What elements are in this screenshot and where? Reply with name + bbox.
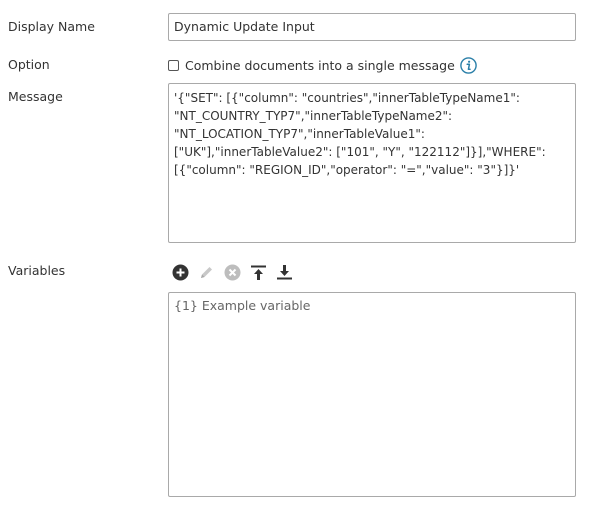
variables-label: Variables <box>8 263 66 278</box>
variables-list[interactable]: {1} Example variable <box>168 292 576 497</box>
display-name-label: Display Name <box>8 19 95 34</box>
message-label: Message <box>8 89 63 104</box>
combine-documents-option: Combine documents into a single message <box>168 56 477 74</box>
combine-documents-checkbox[interactable] <box>168 59 179 71</box>
move-to-top-icon[interactable] <box>250 264 267 281</box>
message-textarea[interactable]: '{"SET": [{"column": "countries","innerT… <box>168 83 576 243</box>
edit-icon[interactable] <box>198 264 215 281</box>
combine-documents-label[interactable]: Combine documents into a single message <box>185 58 455 73</box>
display-name-input[interactable]: Dynamic Update Input <box>168 13 576 41</box>
add-icon[interactable] <box>172 264 189 281</box>
variables-toolbar <box>172 264 293 281</box>
remove-icon[interactable] <box>224 264 241 281</box>
option-label: Option <box>8 57 50 72</box>
move-to-bottom-icon[interactable] <box>276 264 293 281</box>
list-item[interactable]: {1} Example variable <box>174 298 570 314</box>
info-icon[interactable] <box>460 56 477 74</box>
